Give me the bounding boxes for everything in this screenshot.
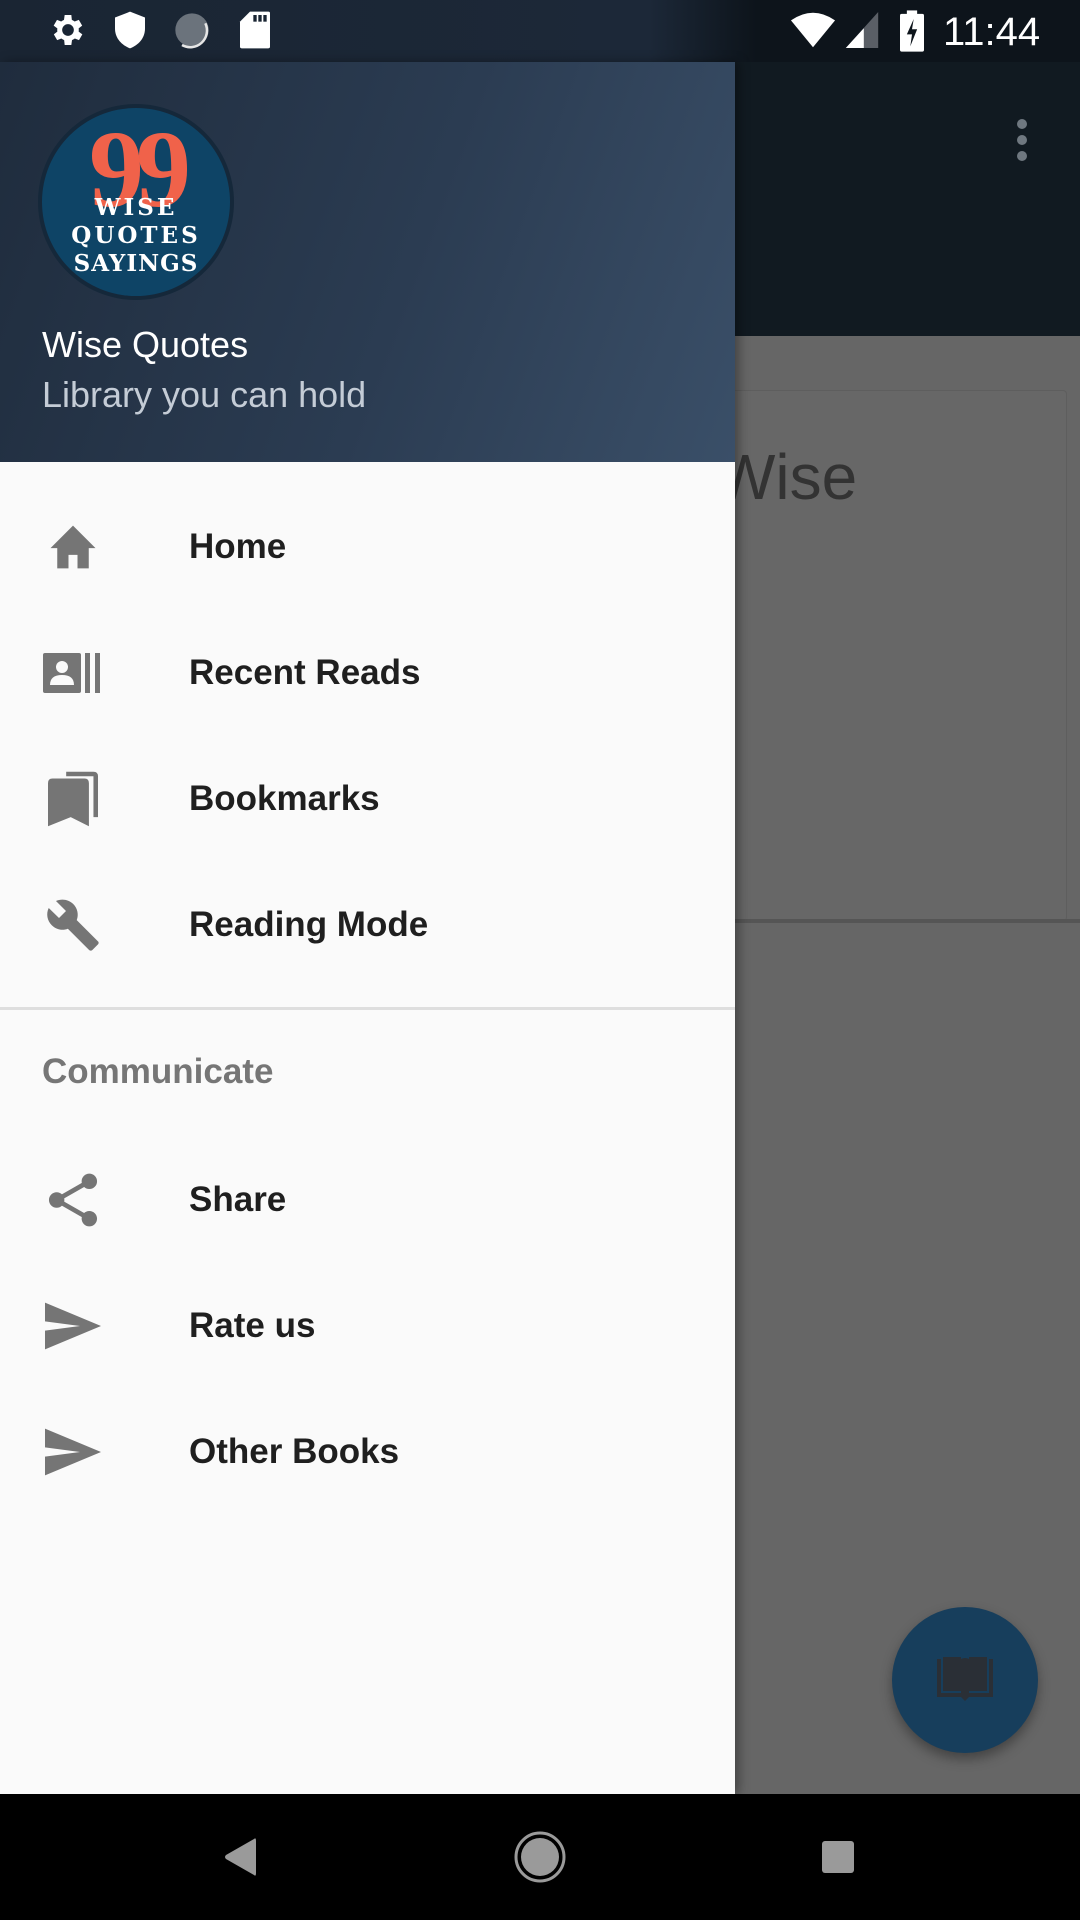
drawer-header: 99 WISE QUOTES SAYINGS Wise Quotes Libra… xyxy=(0,62,735,462)
divider xyxy=(735,919,1080,923)
system-nav-bar xyxy=(0,1794,1080,1920)
open-book-icon xyxy=(937,1657,993,1701)
home-icon xyxy=(514,1831,566,1883)
recents-button[interactable] xyxy=(798,1824,878,1890)
back-button[interactable] xyxy=(200,1824,280,1890)
logo-text: SAYINGS xyxy=(73,250,199,277)
drawer-item-other-books[interactable]: Other Books xyxy=(0,1389,735,1515)
drawer-item-label: Share xyxy=(189,1180,287,1219)
card-title: Wise xyxy=(715,441,858,513)
send-icon xyxy=(42,1421,104,1483)
drawer-item-rate-us[interactable]: Rate us xyxy=(0,1263,735,1389)
read-fab-button[interactable] xyxy=(892,1607,1038,1753)
settings-icon xyxy=(53,15,83,45)
signal-icon xyxy=(845,12,879,48)
drawer-item-recent-reads[interactable]: Recent Reads xyxy=(0,610,735,736)
app-logo: 99 WISE QUOTES SAYINGS xyxy=(42,108,230,296)
sd-card-icon xyxy=(240,11,270,49)
home-icon xyxy=(42,516,104,578)
app-name: Wise Quotes xyxy=(42,324,249,365)
battery-charging-icon xyxy=(900,10,924,52)
drawer-item-label: Bookmarks xyxy=(189,779,380,818)
logo-text: QUOTES xyxy=(71,222,201,249)
home-button[interactable] xyxy=(500,1824,580,1890)
back-icon xyxy=(225,1838,256,1876)
drawer-item-reading-mode[interactable]: Reading Mode xyxy=(0,862,735,988)
send-icon xyxy=(42,1295,104,1357)
drawer-item-home[interactable]: Home xyxy=(0,484,735,610)
wrench-icon xyxy=(42,894,104,956)
logo-text: WISE xyxy=(94,194,178,221)
drawer-item-share[interactable]: Share xyxy=(0,1137,735,1263)
bookmarks-icon xyxy=(42,768,104,830)
sync-icon xyxy=(175,13,209,49)
share-icon xyxy=(42,1169,104,1231)
shield-icon xyxy=(115,11,145,49)
more-vert-icon[interactable] xyxy=(1000,110,1044,170)
section-header-communicate: Communicate xyxy=(42,1052,274,1091)
navigation-drawer: 99 WISE QUOTES SAYINGS Wise Quotes Libra… xyxy=(0,62,735,1794)
recent-reads-icon xyxy=(42,642,104,704)
drawer-item-label: Rate us xyxy=(189,1306,316,1345)
drawer-item-label: Home xyxy=(189,527,287,566)
recents-icon xyxy=(822,1841,854,1873)
clock: 11:44 xyxy=(943,10,1041,54)
drawer-divider xyxy=(0,1007,735,1010)
drawer-item-label: Other Books xyxy=(189,1432,400,1471)
drawer-item-label: Reading Mode xyxy=(189,905,429,944)
drawer-item-label: Recent Reads xyxy=(189,653,421,692)
status-bar: 11:44 xyxy=(0,0,1080,62)
drawer-item-bookmarks[interactable]: Bookmarks xyxy=(0,736,735,862)
wifi-icon xyxy=(790,12,836,48)
app-tagline: Library you can hold xyxy=(42,374,367,415)
